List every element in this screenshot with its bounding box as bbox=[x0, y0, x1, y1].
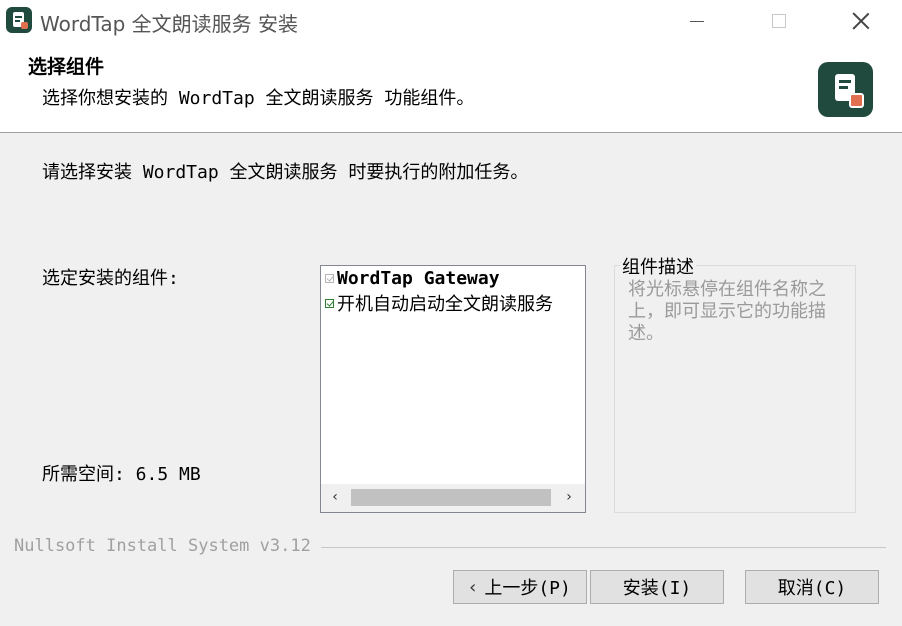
cancel-button-label: 取消(C) bbox=[777, 578, 847, 599]
component-item-gateway[interactable]: WordTap Gateway bbox=[325, 268, 500, 289]
install-button[interactable]: 安装(I) bbox=[590, 570, 724, 604]
close-button[interactable] bbox=[838, 0, 884, 42]
maximize-button bbox=[756, 0, 802, 42]
cancel-button[interactable]: 取消(C) bbox=[745, 570, 879, 604]
app-icon bbox=[6, 7, 32, 33]
install-button-label: 安装(I) bbox=[622, 578, 692, 599]
chevron-left-icon: ‹ bbox=[469, 576, 477, 598]
component-item-autostart[interactable]: 开机自动启动全文朗读服务 bbox=[325, 290, 553, 316]
intro-text: 请选择安装 WordTap 全文朗读服务 时要执行的附加任务。 bbox=[42, 162, 529, 183]
back-button-label: 上一步(P) bbox=[484, 578, 571, 599]
page-header: 选择组件 选择你想安装的 WordTap 全文朗读服务 功能组件。 bbox=[0, 42, 902, 133]
maximize-icon bbox=[772, 14, 786, 28]
description-text: 将光标悬停在组件名称之上，即可显示它的功能描述。 bbox=[628, 279, 826, 344]
window-title: WordTap 全文朗读服务 安装 bbox=[40, 12, 298, 36]
back-button[interactable]: ‹ 上一步(P) bbox=[453, 570, 587, 604]
space-required-label: 所需空间: 6.5 MB bbox=[42, 464, 201, 485]
scroll-left-icon[interactable]: ‹ bbox=[327, 489, 343, 505]
component-label: WordTap Gateway bbox=[337, 268, 500, 289]
checkbox-checked-icon[interactable] bbox=[325, 298, 334, 308]
title-bar: WordTap 全文朗读服务 安装 bbox=[0, 0, 902, 42]
select-components-label: 选定安装的组件: bbox=[42, 268, 179, 289]
minimize-button[interactable] bbox=[674, 0, 720, 42]
description-legend: 组件描述 bbox=[620, 253, 696, 279]
component-label: 开机自动启动全文朗读服务 bbox=[337, 294, 553, 315]
page-title: 选择组件 bbox=[28, 56, 105, 78]
scrollbar-thumb[interactable] bbox=[351, 489, 551, 506]
app-logo-icon bbox=[818, 62, 873, 117]
checkbox-checked-disabled-icon bbox=[325, 274, 334, 283]
minimize-icon bbox=[690, 20, 704, 22]
scroll-right-icon[interactable]: › bbox=[561, 489, 577, 505]
close-icon bbox=[852, 12, 870, 30]
branding-text: Nullsoft Install System v3.12 bbox=[14, 536, 321, 556]
page-subtitle: 选择你想安装的 WordTap 全文朗读服务 功能组件。 bbox=[42, 88, 475, 109]
horizontal-scrollbar[interactable]: ‹ › bbox=[321, 484, 585, 512]
components-tree[interactable]: WordTap Gateway 开机自动启动全文朗读服务 ‹ › bbox=[320, 265, 586, 513]
